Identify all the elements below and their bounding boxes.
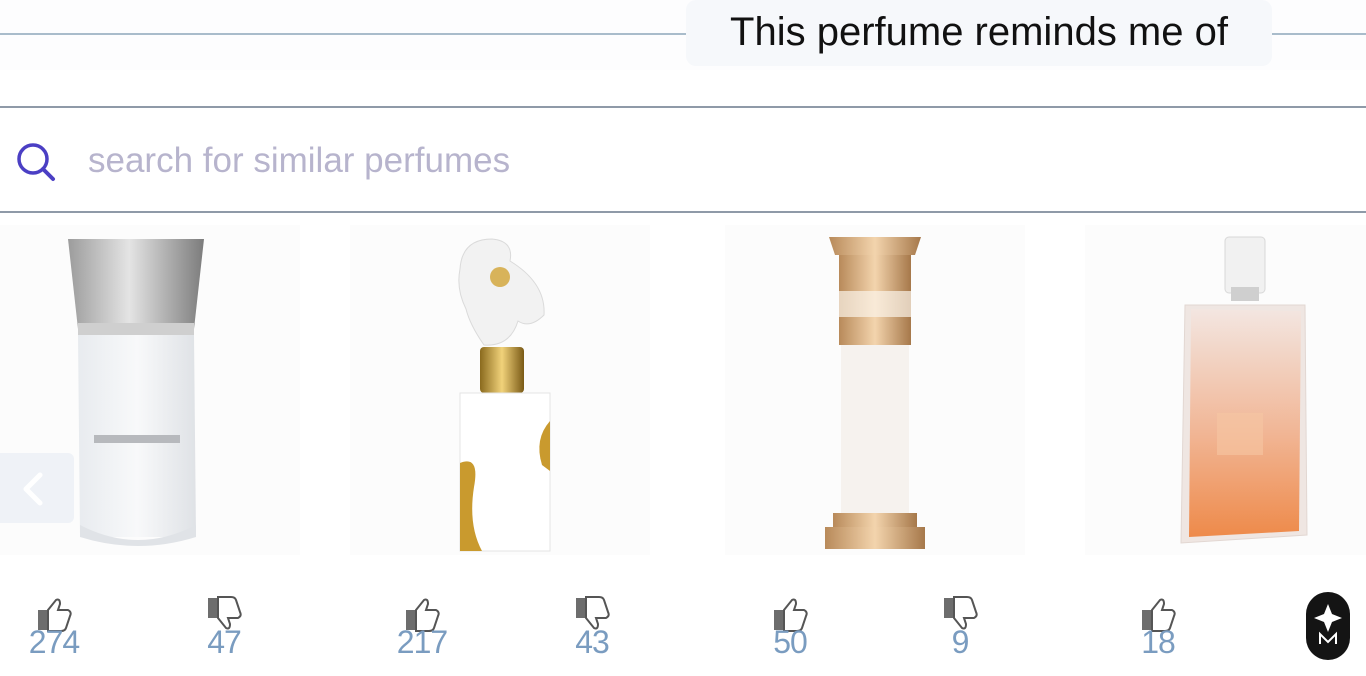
search-icon[interactable]: [14, 140, 58, 184]
upvote-count: 274: [28, 624, 80, 660]
upvote-count: 50: [773, 624, 808, 660]
downvote-button[interactable]: 43: [562, 596, 622, 660]
search-bar: [0, 106, 1366, 213]
upvote-count: 217: [396, 624, 448, 660]
header-divider-right: [1272, 33, 1366, 35]
perfume-card[interactable]: [350, 225, 650, 555]
perfume-image[interactable]: [725, 225, 1025, 555]
upvote-button[interactable]: 274: [24, 596, 84, 660]
perfume-image[interactable]: [1085, 225, 1366, 555]
downvote-button[interactable]: 9: [930, 596, 990, 660]
downvote-count: 43: [575, 624, 610, 660]
downvote-button[interactable]: 47: [194, 596, 254, 660]
upvote-count: 18: [1141, 624, 1176, 660]
perfume-image[interactable]: [350, 225, 650, 555]
upvote-button[interactable]: 50: [760, 596, 820, 660]
perfume-card[interactable]: [725, 225, 1025, 555]
downvote-count: 9: [951, 624, 970, 660]
carousel-prev-button[interactable]: [0, 453, 74, 523]
search-input[interactable]: [86, 132, 1290, 190]
chevron-left-icon: [23, 472, 43, 506]
upvote-button[interactable]: 18: [1128, 596, 1188, 660]
upvote-button[interactable]: 217: [392, 596, 452, 660]
similar-perfumes-carousel: [0, 225, 1366, 565]
section-header: This perfume reminds me of: [0, 0, 1366, 70]
section-title: This perfume reminds me of: [686, 0, 1272, 66]
brand-logo-icon: [1314, 604, 1342, 644]
perfume-card[interactable]: [1085, 225, 1366, 555]
downvote-count: 47: [207, 624, 242, 660]
header-divider-left: [0, 33, 686, 35]
brand-logo-badge[interactable]: [1306, 592, 1350, 660]
